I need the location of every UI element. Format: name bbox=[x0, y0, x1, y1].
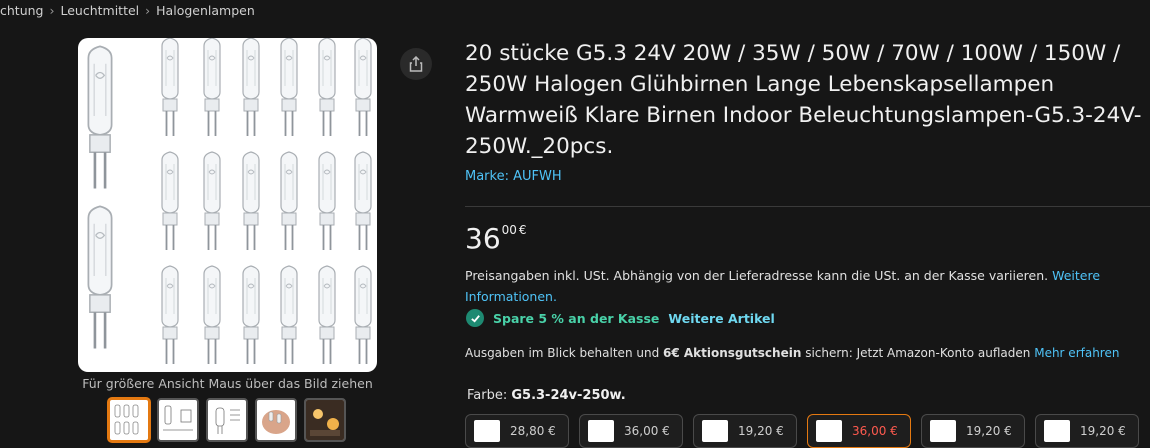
variant-price: 19,20 € bbox=[966, 424, 1012, 438]
variant-list: 28,80 € 36,00 € 19,20 € 36,00 € 19,20 € … bbox=[465, 414, 1139, 448]
price: 3600 € bbox=[465, 222, 527, 255]
variant-option[interactable]: 19,20 € bbox=[1035, 414, 1139, 448]
variant-option[interactable]: 36,00 € bbox=[579, 414, 683, 448]
bulb-illustration bbox=[280, 151, 298, 250]
price-fraction: 00 bbox=[501, 223, 517, 237]
variant-price: 19,20 € bbox=[1080, 424, 1126, 438]
bulb-illustration bbox=[242, 151, 260, 250]
bulb-illustration bbox=[87, 45, 113, 189]
bulb-illustration bbox=[280, 265, 298, 364]
bulb-illustration bbox=[87, 205, 113, 349]
bulb-illustration bbox=[203, 38, 221, 136]
breadcrumb-separator: › bbox=[49, 3, 55, 18]
variant-thumbnail bbox=[588, 420, 614, 442]
tax-note-text: Preisangaben inkl. USt. Abhängig von der… bbox=[465, 268, 1053, 283]
variant-option[interactable]: 28,80 € bbox=[465, 414, 569, 448]
brand-link[interactable]: Marke: AUFWH bbox=[465, 169, 562, 184]
bulb-illustration bbox=[318, 38, 336, 136]
color-label: Farbe: G5.3-24v-250w. bbox=[467, 388, 626, 403]
bulb-illustration bbox=[203, 265, 221, 364]
breadcrumb: chtung › Leuchtmittel › Halogenlampen bbox=[0, 3, 255, 18]
check-icon bbox=[466, 309, 484, 327]
bulb-illustration bbox=[318, 151, 336, 250]
promo-text: Ausgaben im Blick behalten und 6€ Aktion… bbox=[465, 346, 1119, 360]
bulb-illustration bbox=[203, 151, 221, 250]
variant-price: 28,80 € bbox=[510, 424, 556, 438]
divider bbox=[465, 206, 1150, 207]
price-currency: € bbox=[518, 223, 527, 237]
product-title: 20 stücke G5.3 24V 20W / 35W / 50W / 70W… bbox=[465, 41, 1142, 159]
bulb-illustration bbox=[354, 265, 372, 364]
variant-thumbnail bbox=[702, 420, 728, 442]
thumbnail-4[interactable] bbox=[255, 398, 297, 442]
bulb-illustration bbox=[354, 38, 372, 136]
promo-before: Ausgaben im Blick behalten und bbox=[465, 346, 663, 360]
promo-after: sichern: Jetzt Amazon-Konto aufladen bbox=[801, 346, 1035, 360]
variant-option-selected[interactable]: 36,00 € bbox=[807, 414, 911, 448]
variant-thumbnail bbox=[1044, 420, 1070, 442]
product-main-image[interactable] bbox=[78, 38, 377, 372]
variant-thumbnail bbox=[474, 420, 500, 442]
bulb-illustration bbox=[161, 265, 179, 364]
variant-thumbnail bbox=[930, 420, 956, 442]
color-value: G5.3-24v-250w. bbox=[511, 388, 626, 403]
bulb-illustration bbox=[318, 265, 336, 364]
variant-price: 36,00 € bbox=[624, 424, 670, 438]
share-button[interactable] bbox=[400, 48, 432, 80]
bulb-illustration bbox=[242, 38, 260, 136]
breadcrumb-item[interactable]: chtung bbox=[0, 3, 43, 18]
price-whole: 36 bbox=[465, 222, 501, 255]
share-icon bbox=[409, 56, 423, 72]
breadcrumb-separator: › bbox=[145, 3, 151, 18]
thumbnail-5[interactable] bbox=[304, 398, 346, 442]
variant-price: 36,00 € bbox=[852, 424, 898, 438]
tax-note: Preisangaben inkl. USt. Abhängig von der… bbox=[465, 265, 1135, 307]
zoom-hint: Für größere Ansicht Maus über das Bild z… bbox=[82, 376, 373, 391]
breadcrumb-item[interactable]: Halogenlampen bbox=[156, 3, 255, 18]
bulb-illustration bbox=[280, 38, 298, 136]
savings-text: Spare 5 % an der Kasse bbox=[493, 310, 660, 326]
variant-thumbnail bbox=[816, 420, 842, 442]
breadcrumb-item[interactable]: Leuchtmittel bbox=[60, 3, 139, 18]
bulb-illustration bbox=[354, 151, 372, 250]
thumbnail-strip bbox=[108, 398, 346, 442]
thumbnail-2[interactable] bbox=[157, 398, 199, 442]
thumbnail-1[interactable] bbox=[108, 398, 150, 442]
variant-price: 19,20 € bbox=[738, 424, 784, 438]
thumbnail-3[interactable] bbox=[206, 398, 248, 442]
savings-row: Spare 5 % an der Kasse Weitere Artikel bbox=[466, 309, 775, 327]
bulb-illustration bbox=[242, 265, 260, 364]
variant-option[interactable]: 19,20 € bbox=[921, 414, 1025, 448]
variant-option[interactable]: 19,20 € bbox=[693, 414, 797, 448]
more-items-link[interactable]: Weitere Artikel bbox=[668, 311, 774, 326]
promo-more-link[interactable]: Mehr erfahren bbox=[1034, 346, 1119, 360]
bulb-illustration bbox=[161, 151, 179, 250]
promo-voucher: 6€ Aktionsgutschein bbox=[663, 346, 802, 360]
color-label-text: Farbe: bbox=[467, 388, 512, 403]
bulb-illustration bbox=[161, 38, 179, 136]
